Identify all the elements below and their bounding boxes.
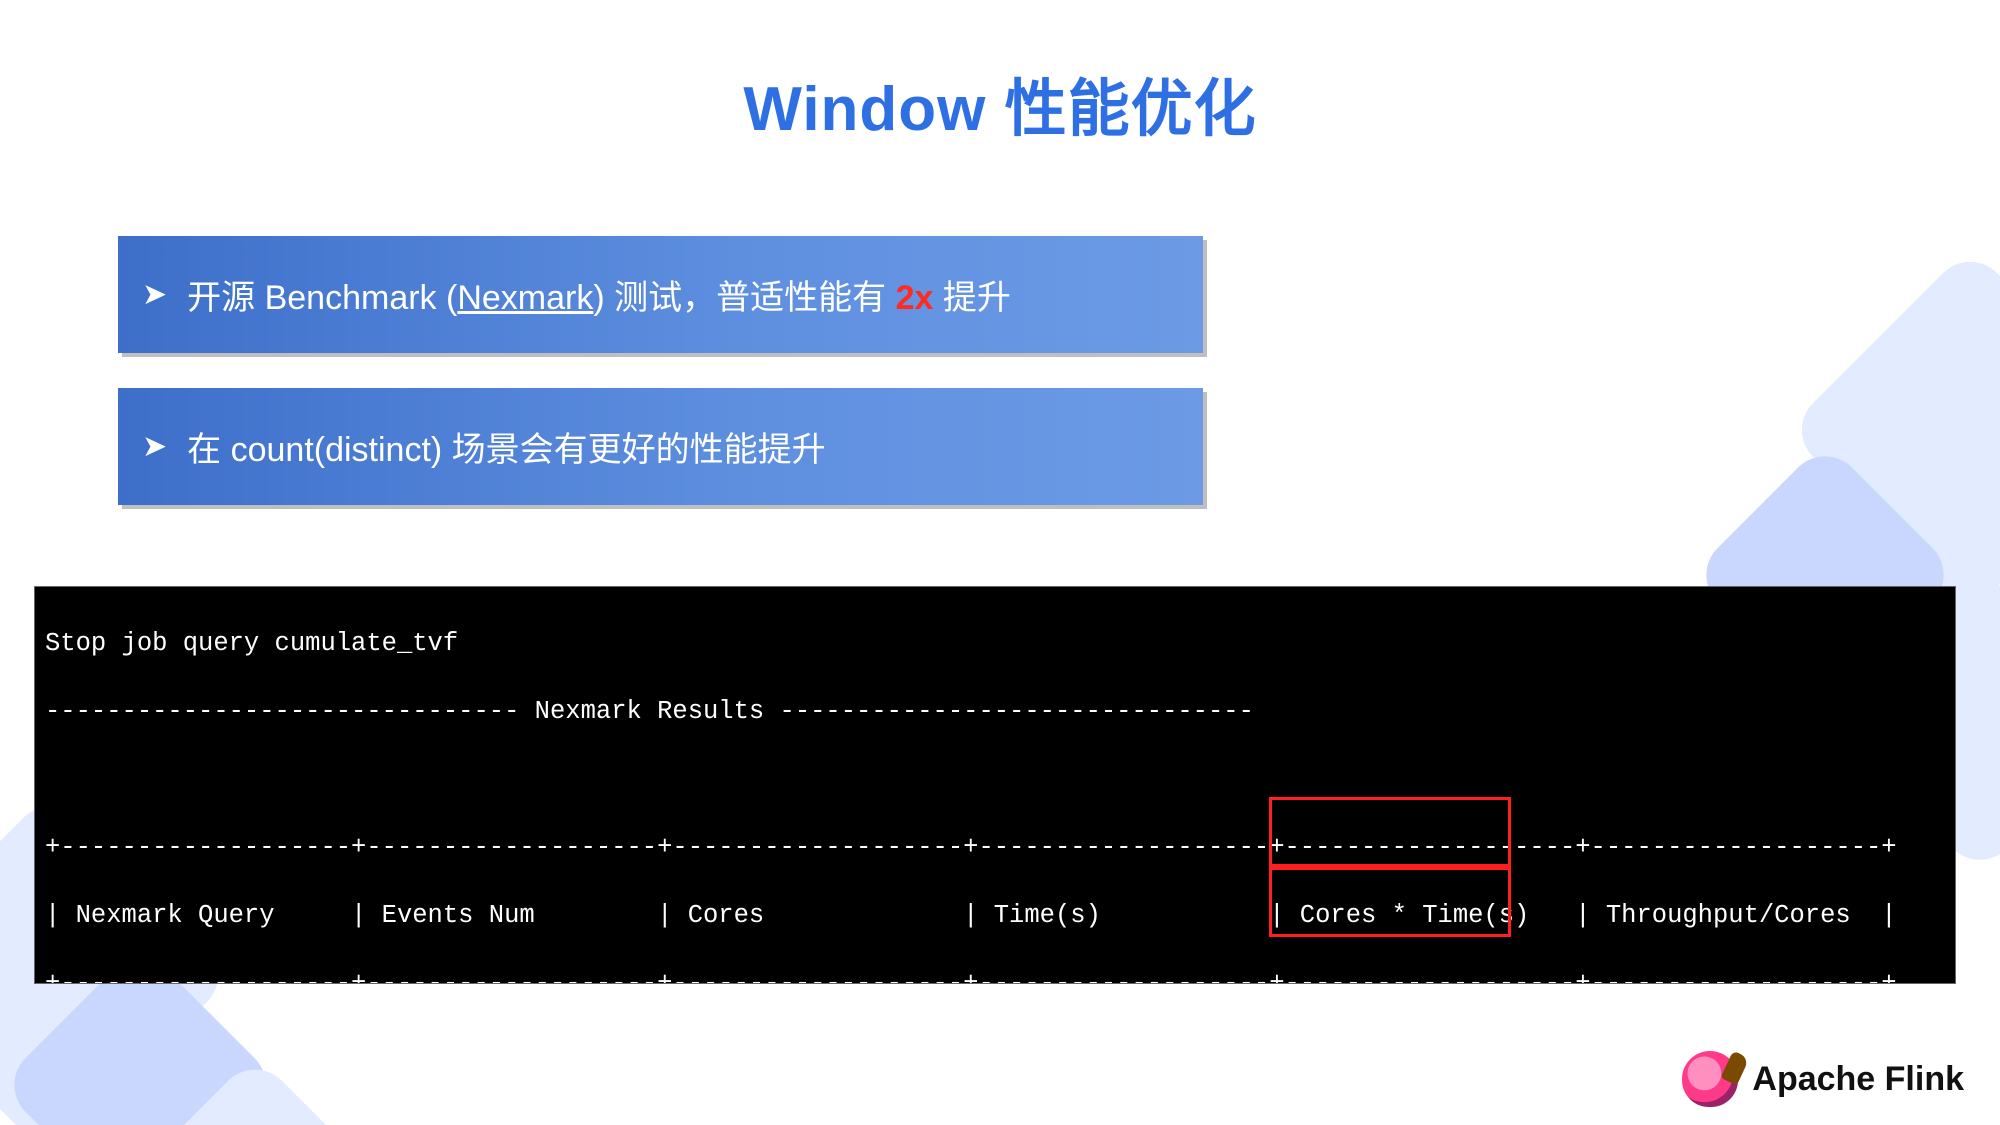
highlight-box-bottom: [1269, 867, 1511, 937]
chevron-icon: ➤: [142, 277, 167, 312]
bullet-count-distinct: ➤ 在 count(distinct) 场景会有更好的性能提升: [118, 388, 1203, 505]
highlight-box-top: [1269, 797, 1511, 867]
accent-2x: 2x: [896, 279, 934, 317]
terminal-sep: +-------------------+-------------------…: [45, 967, 1945, 984]
terminal-header: | Nexmark Query | Events Num | Cores | T…: [45, 899, 1945, 933]
flink-squirrel-icon: [1682, 1051, 1738, 1107]
logo-text: Apache Flink: [1752, 1060, 1964, 1099]
terminal-line: ------------------------------- Nexmark …: [45, 695, 1945, 729]
bullet-benchmark-text: 开源 Benchmark (Nexmark) 测试，普适性能有 2x 提升: [187, 270, 1011, 319]
bullet-benchmark: ➤ 开源 Benchmark (Nexmark) 测试，普适性能有 2x 提升: [118, 236, 1203, 353]
terminal-blank: [45, 763, 1945, 797]
bullet-count-distinct-text: 在 count(distinct) 场景会有更好的性能提升: [187, 422, 826, 471]
bullet-text-part: 提升: [933, 279, 1010, 317]
nexmark-link[interactable]: Nexmark: [457, 279, 593, 317]
terminal-sep: +-------------------+-------------------…: [45, 831, 1945, 865]
bullet-text-part: ) 测试，普适性能有: [593, 279, 895, 317]
slide-title: Window 性能优化: [0, 58, 2000, 148]
terminal-output: Stop job query cumulate_tvf ------------…: [34, 586, 1956, 984]
apache-flink-logo: Apache Flink: [1682, 1051, 1964, 1107]
terminal-line: Stop job query cumulate_tvf: [45, 627, 1945, 661]
bullet-text-part: 开源 Benchmark (: [187, 279, 457, 317]
chevron-icon: ➤: [142, 429, 167, 464]
